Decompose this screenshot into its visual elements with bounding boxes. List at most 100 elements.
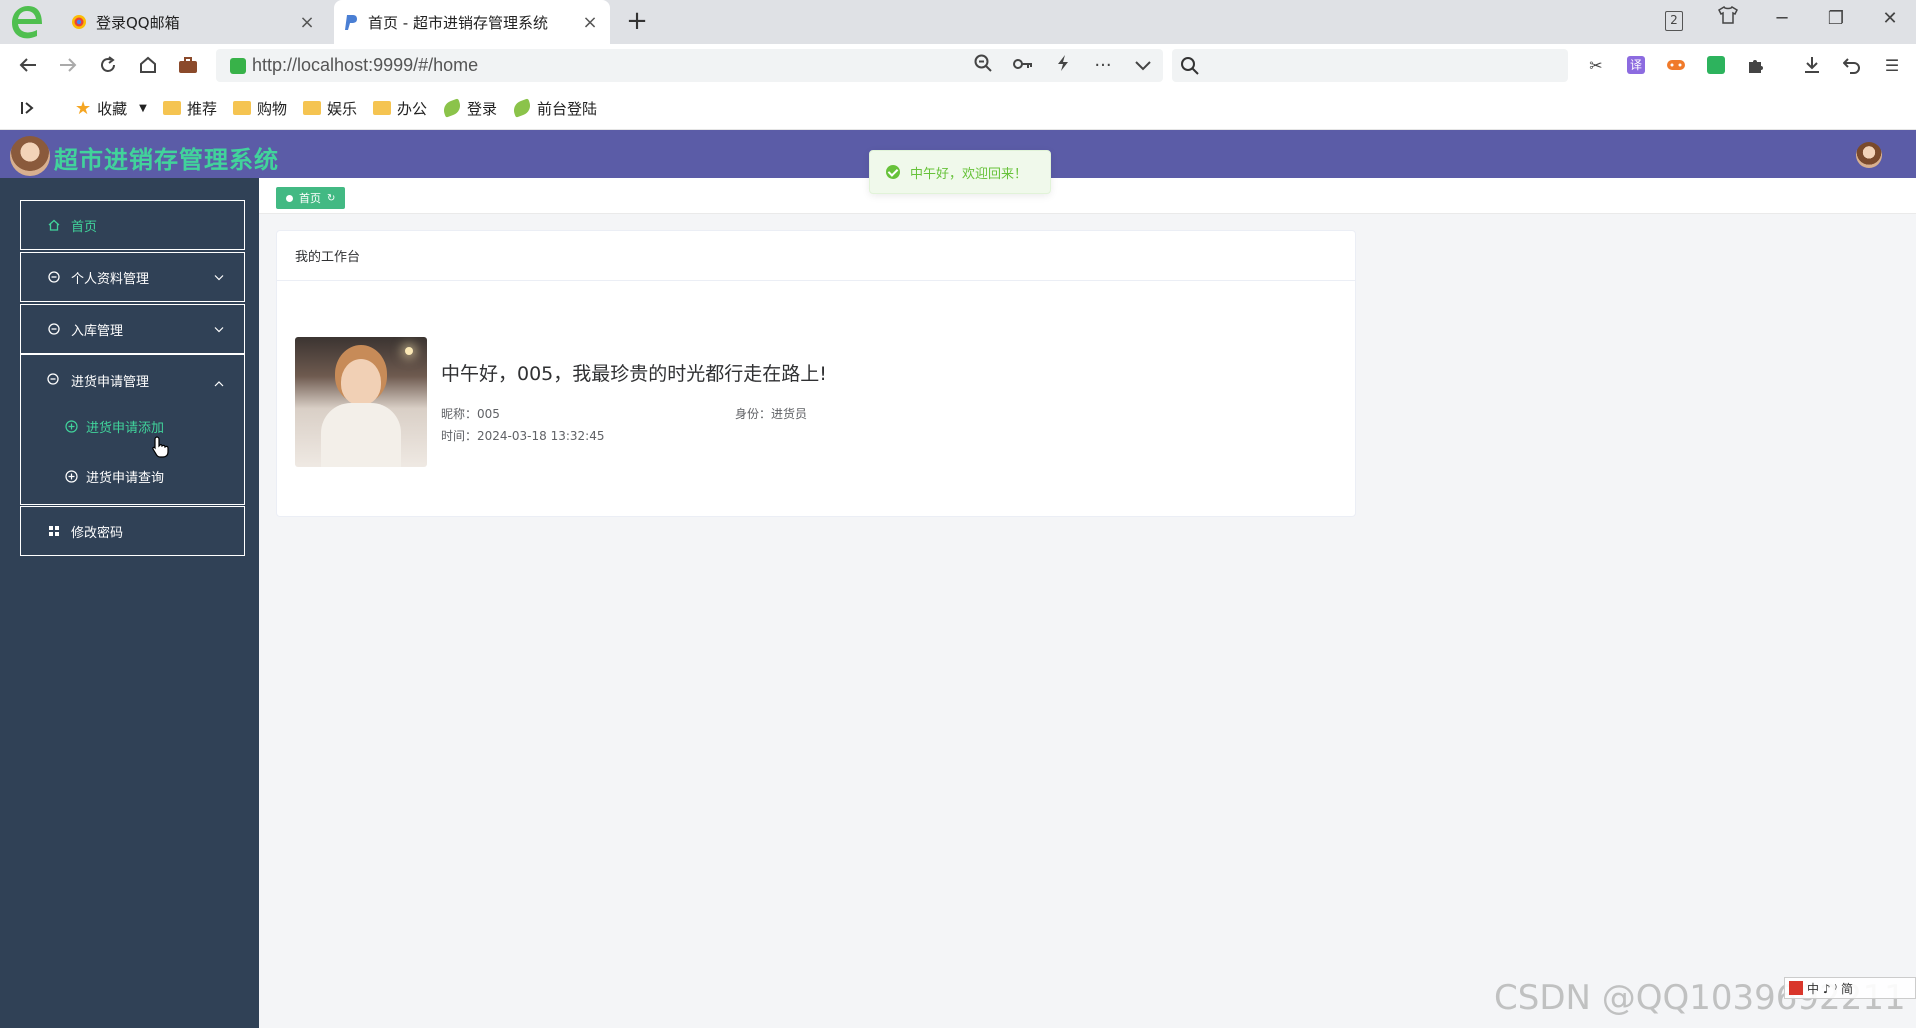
address-bar-tools: ··· [963, 49, 1163, 82]
forward-icon[interactable] [53, 50, 83, 80]
hand-cursor-icon [152, 436, 170, 462]
tab-close-icon[interactable]: × [295, 12, 319, 33]
sidebar-item-inbound[interactable]: 入库管理 [20, 304, 245, 354]
chevron-down-icon [214, 322, 224, 337]
sidebar-item-purchase[interactable]: 进货申请管理 [21, 355, 244, 405]
bookmarks-bar: ★ 收藏 ▼ 推荐 购物 娱乐 办公 登录 前台登陆 [0, 86, 1916, 130]
folder-icon [163, 101, 181, 115]
close-window-icon[interactable]: ✕ [1870, 4, 1910, 34]
sidebar-item-profile[interactable]: 个人资料管理 [20, 252, 245, 302]
bookmark-office[interactable]: 办公 [373, 98, 427, 118]
sidebar-group-purchase: 进货申请管理 进货申请添加 进货申请查询 [20, 354, 245, 505]
key-icon[interactable] [1003, 55, 1043, 76]
leaf-icon [441, 98, 463, 118]
logo-avatar [10, 136, 50, 176]
address-bar[interactable]: http://localhost:9999/#/home ··· [216, 49, 1163, 82]
plus-circle-icon [65, 419, 78, 433]
browser-toolbar: http://localhost:9999/#/home ··· ✂ 译 ☰ [0, 44, 1916, 86]
chevron-down-icon[interactable]: ▼ [139, 103, 147, 114]
bookmark-login[interactable]: 登录 [441, 98, 497, 118]
nickname-value: 005 [477, 407, 500, 421]
app-favicon-icon [342, 13, 360, 31]
bookmark-shopping[interactable]: 购物 [233, 98, 287, 118]
bookmark-favorites[interactable]: ★ 收藏 ▼ [75, 97, 147, 119]
scissors-icon[interactable]: ✂ [1585, 54, 1607, 76]
sidebar-subitem-purchase-add[interactable]: 进货申请添加 [65, 411, 164, 441]
home-icon[interactable] [133, 50, 163, 80]
sidebar-toggle-icon[interactable] [20, 98, 36, 118]
lightning-icon[interactable] [1043, 54, 1083, 77]
grid-icon [47, 524, 61, 538]
sidebar-item-password[interactable]: 修改密码 [20, 506, 245, 556]
briefcase-icon[interactable] [173, 50, 203, 80]
refresh-icon[interactable]: ↻ [327, 193, 335, 204]
sidebar-item-label: 入库管理 [71, 323, 124, 339]
plus-circle-icon [65, 469, 78, 483]
chevron-down-icon [214, 270, 224, 285]
extensions-icon[interactable] [1745, 54, 1767, 76]
sidebar-item-label: 个人资料管理 [71, 271, 150, 287]
tab-home-active[interactable]: 首页 - 超市进销存管理系统 × [334, 0, 610, 44]
workbench-card: 我的工作台 中午好，005，我最珍贵的时光都行走在路上! 昵称：005 身份：进… [276, 230, 1356, 517]
more-icon[interactable]: ··· [1083, 55, 1123, 76]
chevron-down-icon[interactable] [1123, 55, 1163, 76]
tags-view-bar: 首页 ↻ [259, 178, 1916, 214]
back-icon[interactable] [13, 50, 43, 80]
card-title: 我的工作台 [277, 231, 1355, 281]
sidebar-subitem-label: 进货申请查询 [86, 470, 165, 486]
home-icon [47, 218, 61, 232]
active-dot-icon [286, 194, 293, 202]
ime-toolbar[interactable]: 中 ♪ ⁾ 简 [1784, 977, 1916, 999]
tag-label: 首页 [299, 192, 321, 205]
time-value: 2024-03-18 13:32:45 [477, 429, 605, 443]
tab-count-icon[interactable]: 2 [1654, 4, 1694, 34]
ime-logo-icon [1789, 981, 1803, 995]
leaf-icon [511, 98, 533, 118]
app-title: 超市进销存管理系统 [54, 146, 279, 174]
browser-tab-strip: 登录QQ邮箱 × 首页 - 超市进销存管理系统 × + 2 ─ ❐ ✕ [0, 0, 1916, 44]
restore-icon[interactable]: ❐ [1816, 4, 1856, 34]
minimize-icon[interactable]: ─ [1762, 4, 1802, 34]
browser-logo-icon[interactable] [10, 2, 44, 40]
user-photo [295, 337, 427, 467]
bookmark-entertainment[interactable]: 娱乐 [303, 98, 357, 118]
role-value: 进货员 [771, 407, 808, 421]
role-info: 身份：进货员 [735, 405, 807, 422]
sidebar: 首页 个人资料管理 入库管理 进货申请管理 进货申请添加 进货申请查询 修改密码 [0, 178, 259, 1028]
ime-status: 中 ♪ ⁾ 简 [1807, 981, 1854, 996]
time-label: 时间： [441, 429, 478, 443]
new-tab-button[interactable]: + [622, 6, 652, 36]
sidebar-item-label: 修改密码 [71, 525, 124, 541]
zoom-icon[interactable] [963, 54, 1003, 77]
user-avatar[interactable] [1856, 142, 1882, 168]
bookmark-recommend[interactable]: 推荐 [163, 98, 217, 118]
chevron-up-icon [214, 376, 224, 391]
nickname-label: 昵称： [441, 407, 478, 421]
download-icon[interactable] [1801, 54, 1823, 76]
menu-icon[interactable]: ☰ [1881, 54, 1903, 76]
circle-menu-icon [47, 270, 61, 284]
tab-close-icon[interactable]: × [578, 12, 602, 33]
circle-menu-icon [47, 322, 61, 336]
tab-title: 登录QQ邮箱 [96, 13, 180, 32]
star-icon: ★ [75, 97, 92, 119]
tag-home[interactable]: 首页 ↻ [276, 187, 346, 209]
sidebar-item-label: 进货申请管理 [71, 374, 150, 390]
toast-message: 中午好，欢迎回来！ [910, 166, 1028, 182]
url-text: http://localhost:9999/#/home [252, 55, 479, 75]
game-icon[interactable] [1665, 54, 1687, 76]
bookmark-frontend-login[interactable]: 前台登陆 [511, 98, 597, 118]
tab-qq-mail[interactable]: 登录QQ邮箱 × [62, 0, 327, 44]
search-input[interactable] [1172, 49, 1568, 82]
qq-mail-favicon-icon [70, 13, 88, 31]
sidebar-subitem-purchase-query[interactable]: 进货申请查询 [65, 461, 164, 491]
undo-icon[interactable] [1841, 54, 1863, 76]
reader-icon[interactable] [1705, 54, 1727, 76]
translate-icon[interactable]: 译 [1625, 54, 1647, 76]
main-content: 首页 ↻ 我的工作台 中午好，005，我最珍贵的时光都行走在路上! 昵称：005… [259, 178, 1916, 1028]
reload-icon[interactable] [93, 50, 123, 80]
skin-icon[interactable] [1708, 4, 1748, 34]
sidebar-item-home[interactable]: 首页 [20, 200, 245, 250]
time-info: 时间：2024-03-18 13:32:45 [441, 427, 604, 444]
nickname-info: 昵称：005 [441, 405, 500, 422]
